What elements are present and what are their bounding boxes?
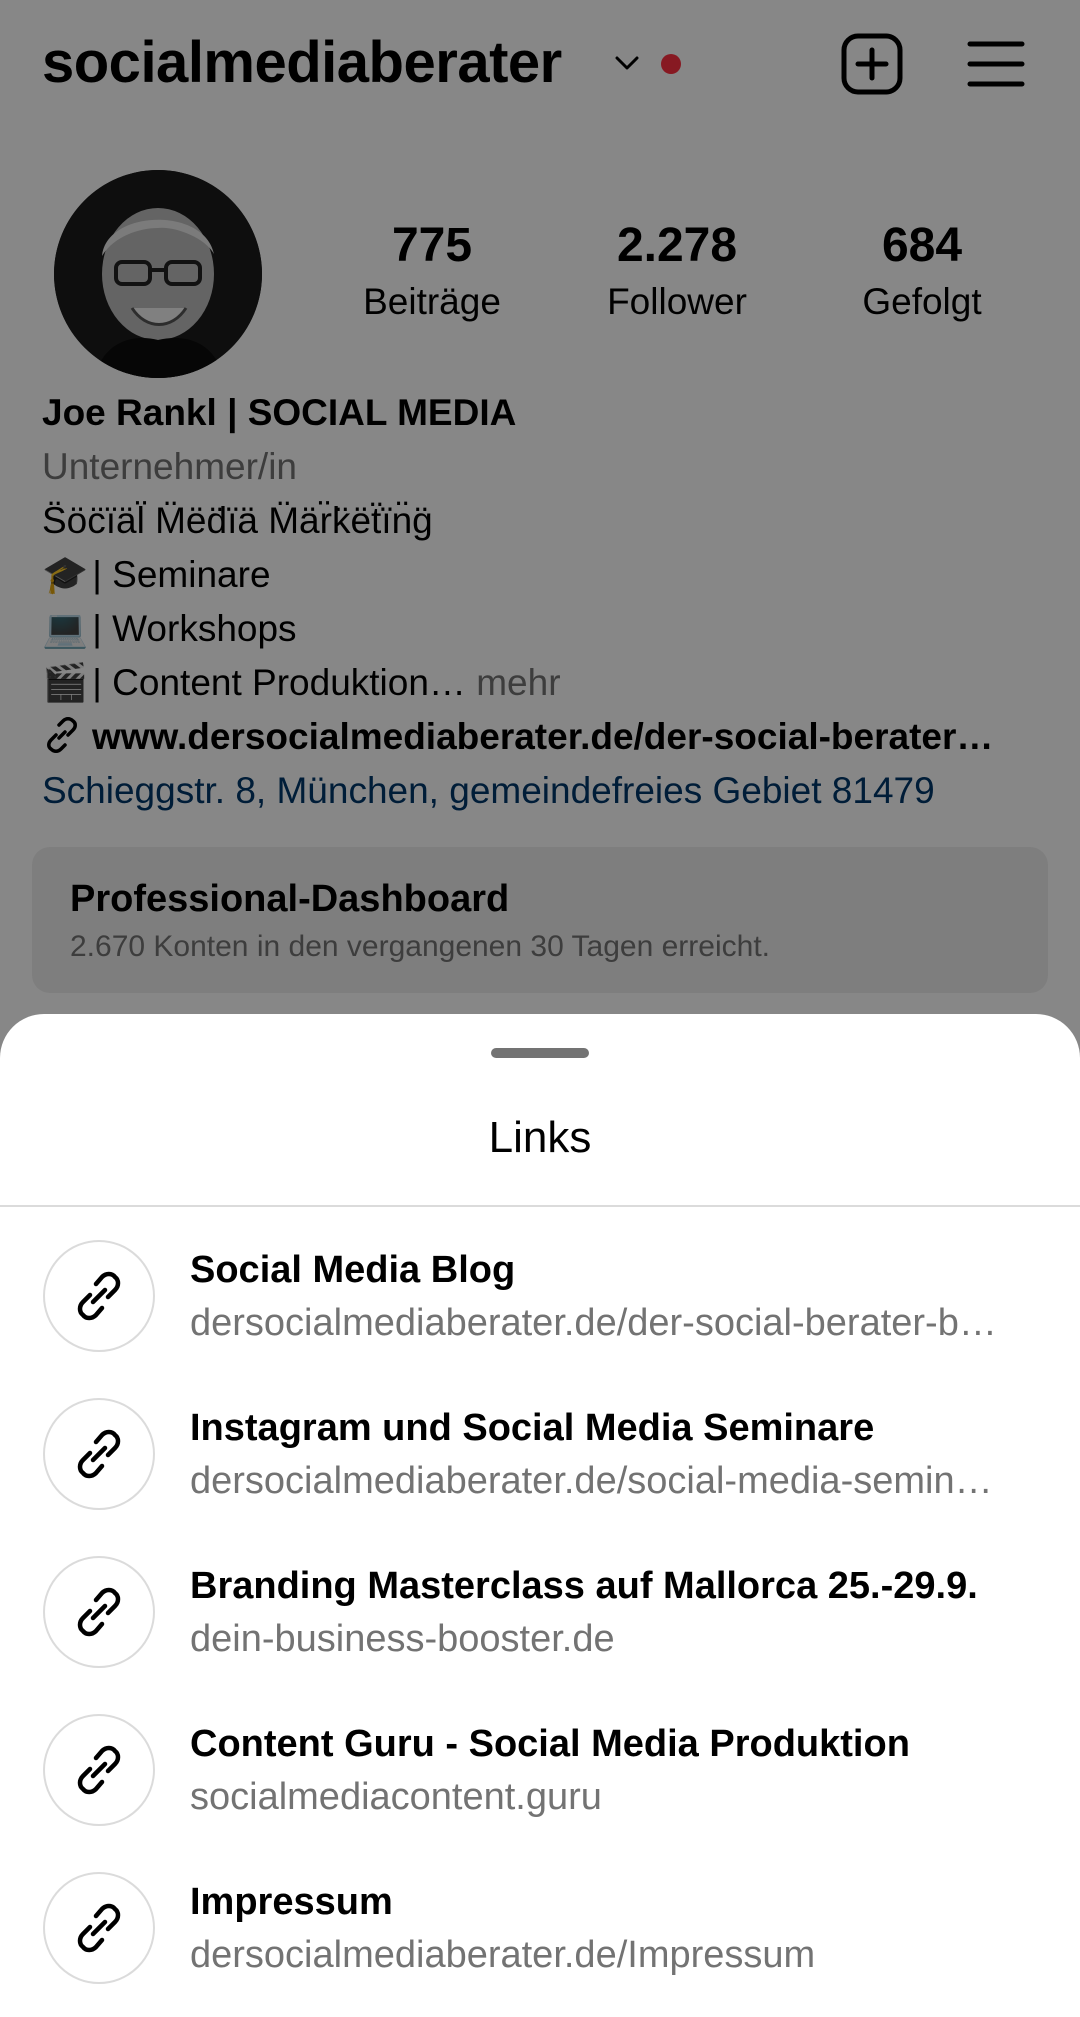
link-url: dein-business-booster.de <box>190 1618 615 1660</box>
link-url: dersocialmediaberater.de/der-social-bera… <box>190 1302 997 1344</box>
link-item[interactable]: Content Guru - Social Media Produktion s… <box>0 1701 1080 1859</box>
link-icon <box>43 1398 155 1510</box>
sheet-title: Links <box>488 1113 592 1162</box>
link-url: dersocialmediaberater.de/social-media-se… <box>190 1460 993 1502</box>
links-bottom-sheet: Links Social Media Blog dersocialmediabe… <box>0 1014 1080 2011</box>
link-item[interactable]: Impressum dersocialmediaberater.de/Impre… <box>0 1859 1080 2017</box>
link-item[interactable]: Instagram und Social Media Seminare ders… <box>0 1385 1080 1543</box>
link-title: Social Media Blog <box>190 1249 516 1291</box>
link-item[interactable]: Social Media Blog dersocialmediaberater.… <box>0 1227 1080 1385</box>
link-item[interactable]: Branding Masterclass auf Mallorca 25.-29… <box>0 1543 1080 1701</box>
link-title: Instagram und Social Media Seminare <box>190 1407 875 1449</box>
link-title: Impressum <box>190 1881 393 1923</box>
drag-handle[interactable] <box>491 1048 589 1058</box>
link-url: socialmediacontent.guru <box>190 1776 602 1818</box>
link-icon <box>43 1240 155 1352</box>
link-icon <box>43 1556 155 1668</box>
link-icon <box>43 1714 155 1826</box>
link-url: dersocialmediaberater.de/Impressum <box>190 1934 816 1976</box>
link-title: Content Guru - Social Media Produktion <box>190 1723 910 1765</box>
link-list: Social Media Blog dersocialmediaberater.… <box>0 1227 1080 2017</box>
divider <box>0 1205 1080 1207</box>
link-title: Branding Masterclass auf Mallorca 25.-29… <box>190 1565 978 1607</box>
link-icon <box>43 1872 155 1984</box>
